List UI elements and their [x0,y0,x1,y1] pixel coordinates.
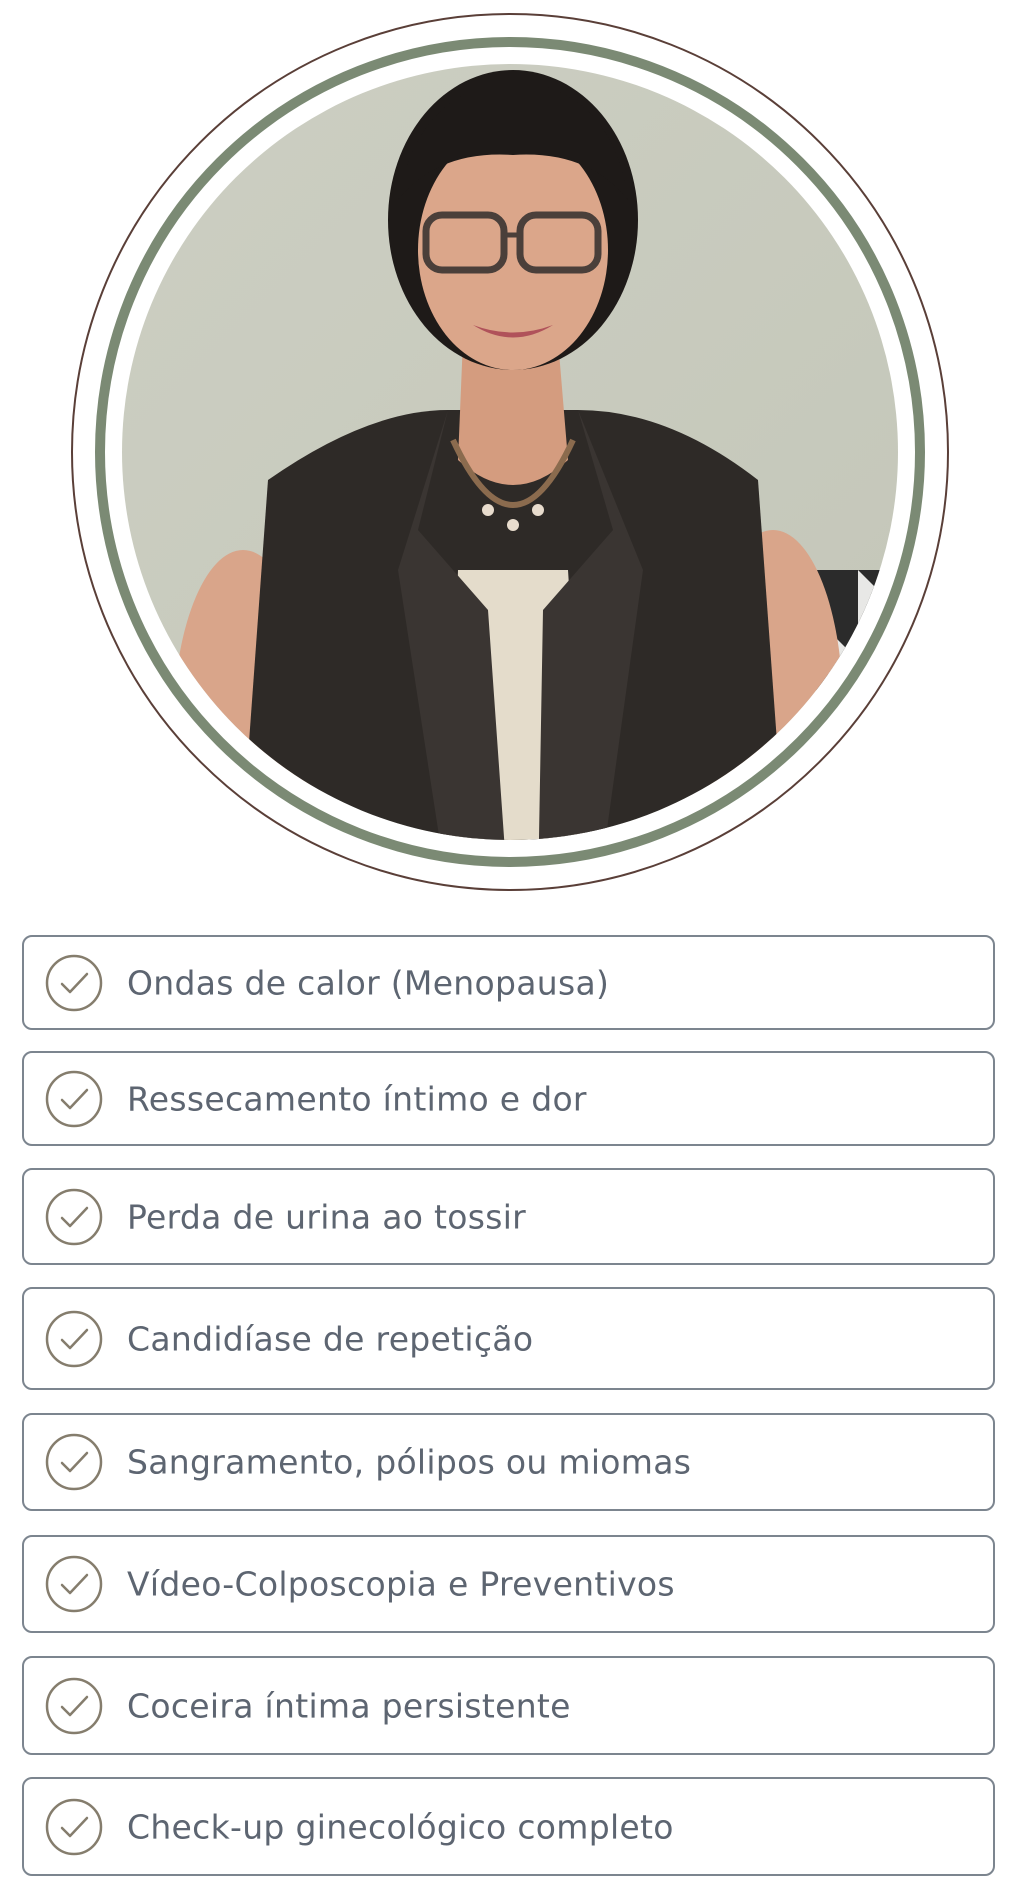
list-item-label: Perda de urina ao tossir [127,1197,527,1236]
list-item: Candidíase de repetição [22,1287,995,1390]
check-circle-icon [45,1070,103,1127]
check-circle-icon [45,1188,103,1245]
check-circle-icon [45,1677,103,1734]
list-item-label: Check-up ginecológico completo [127,1807,674,1846]
check-circle-icon [45,954,103,1011]
list-item: Perda de urina ao tossir [22,1168,995,1265]
doctor-portrait [68,10,952,894]
list-item-label: Vídeo-Colposcopia e Preventivos [127,1564,675,1604]
list-item: Ressecamento íntimo e dor [22,1051,995,1146]
check-circle-icon [45,1555,103,1613]
list-item: Vídeo-Colposcopia e Preventivos [22,1535,995,1633]
list-item: Coceira íntima persistente [22,1656,995,1755]
list-item-label: Coceira íntima persistente [127,1686,571,1725]
check-circle-icon [45,1310,103,1367]
list-item-label: Sangramento, pólipos ou miomas [127,1442,692,1482]
list-item-label: Ondas de calor (Menopausa) [127,963,610,1002]
check-circle-icon [45,1798,103,1855]
check-circle-icon [45,1433,103,1491]
list-item: Sangramento, pólipos ou miomas [22,1413,995,1511]
list-item: Check-up ginecológico completo [22,1777,995,1876]
list-item-label: Candidíase de repetição [127,1319,534,1358]
list-item-label: Ressecamento íntimo e dor [127,1079,587,1118]
list-item: Ondas de calor (Menopausa) [22,935,995,1030]
